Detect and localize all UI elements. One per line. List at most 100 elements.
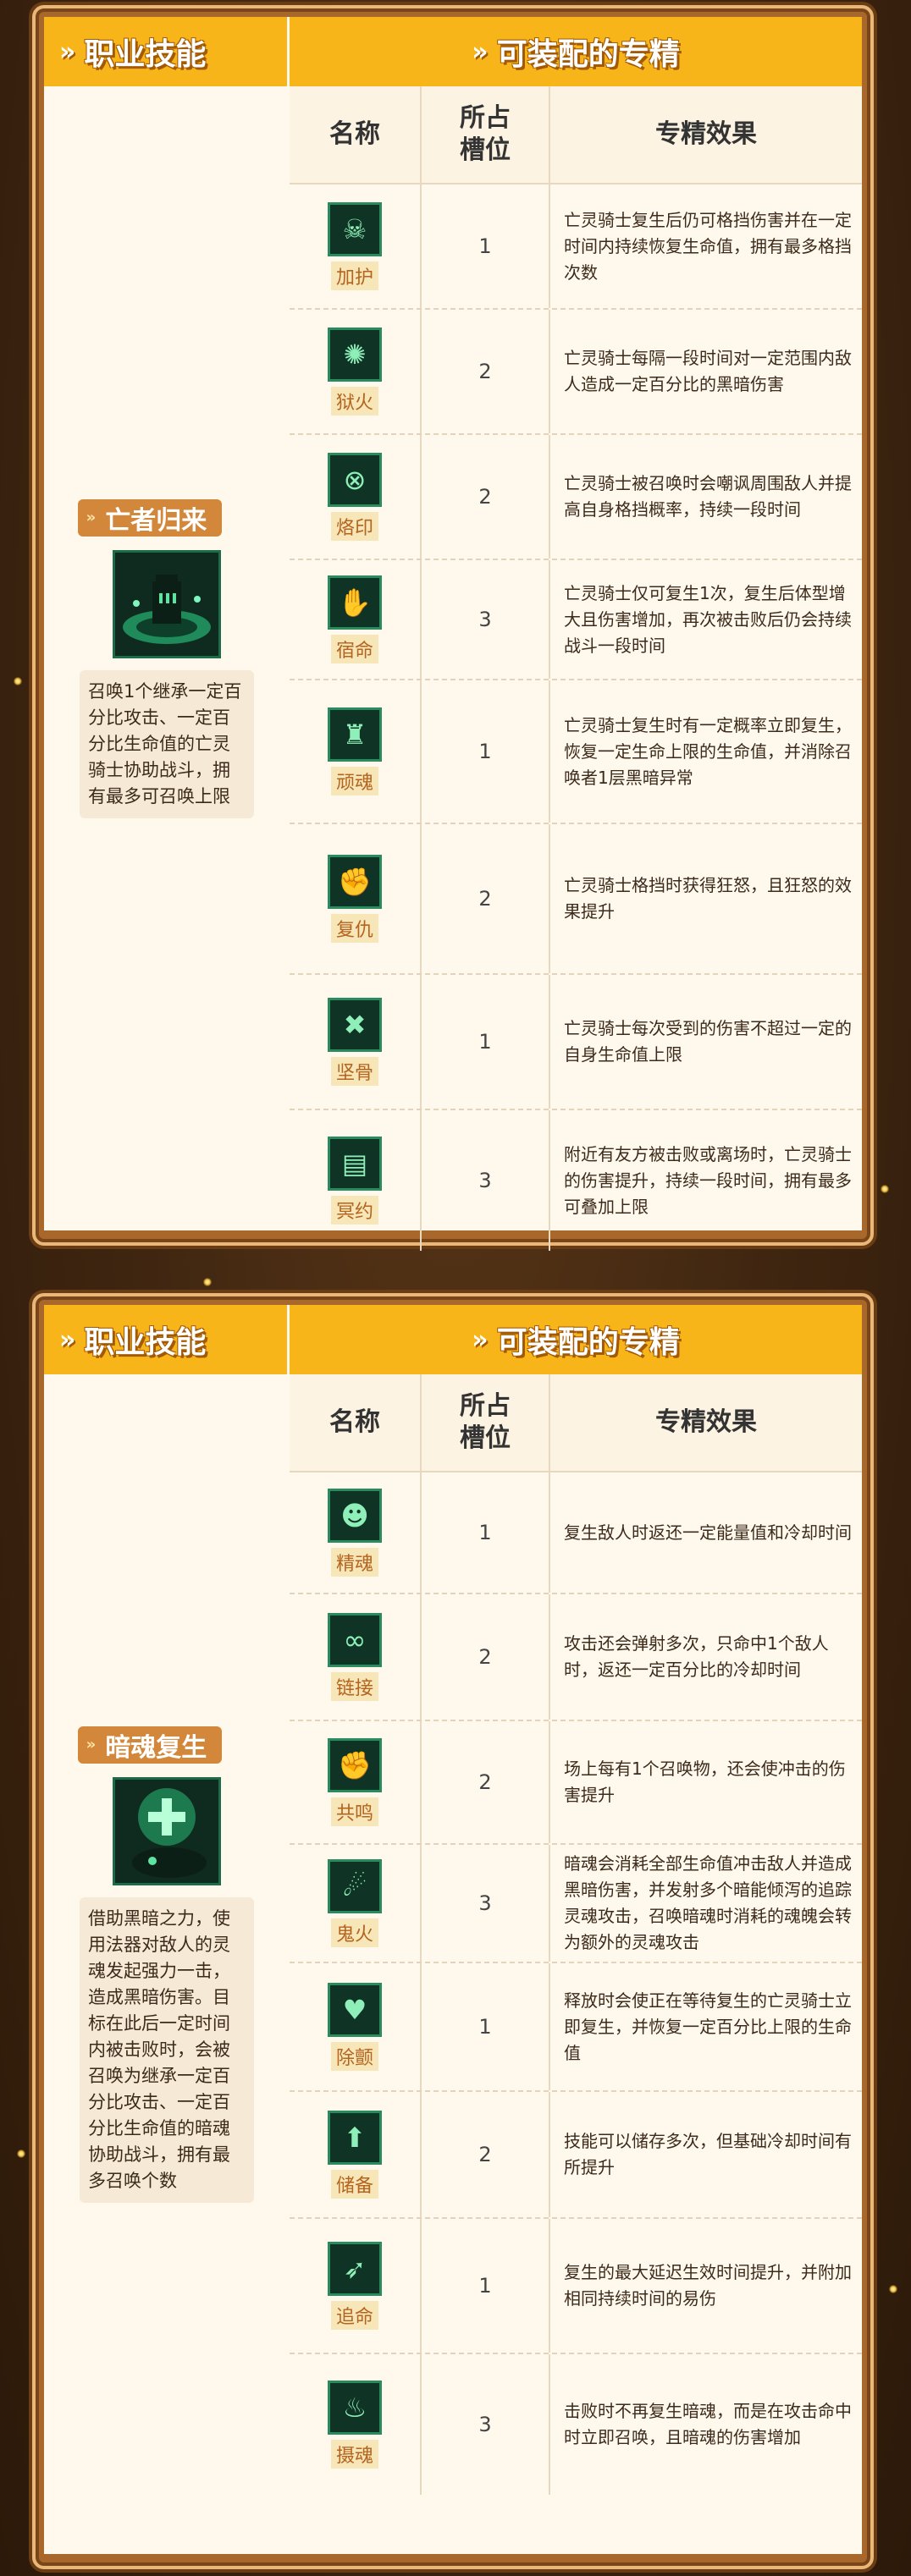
spec-name: 坚骨 [330, 1057, 378, 1086]
spirit-beast-icon: ☻ [328, 1489, 382, 1543]
spec-row: ♥ 除颤 1 释放时会使正在等待复生的亡灵骑士立即复生，并恢复一定百分比上限的生命值 [290, 1963, 862, 2092]
spec-effect: 亡灵骑士每隔一段时间对一定范围内敌人造成一定百分比的黑暗伤害 [549, 310, 862, 433]
spec-effect: 亡灵骑士每次受到的伤害不超过一定的自身生命值上限 [549, 975, 862, 1109]
col-slot-line2: 槽位 [460, 1423, 511, 1453]
specs-title: 可装配的专精 [496, 1325, 680, 1360]
spec-slots: 2 [420, 2092, 549, 2217]
spec-badge: ▤ 冥约 [328, 1137, 382, 1225]
spec-name: 鬼火 [330, 1918, 378, 1947]
brand-seal-icon: ⊗ [328, 453, 382, 507]
hellfire-icon: ✺ [328, 328, 382, 382]
spec-row: ✖ 坚骨 1 亡灵骑士每次受到的伤害不超过一定的自身生命值上限 [290, 975, 862, 1110]
skull-shield-icon: ☠ [328, 202, 382, 256]
spec-name-cell: ▤ 冥约 [290, 1110, 420, 1251]
col-slot-header: 所占 槽位 [420, 1374, 549, 1471]
spec-name: 烙印 [330, 512, 378, 541]
spec-effect: 亡灵骑士被召唤时会嘲讽周围敌人并提高自身格挡概率，持续一段时间 [549, 435, 862, 559]
spec-badge: ✋ 宿命 [328, 575, 382, 663]
specs-table: 名称 所占 槽位 专精效果 ☻ 精魂 1 复生敌人时返还一定能量值和冷却时间 ∞ 链接 2 攻击… [290, 1374, 862, 2554]
spec-badge: ✊ 共鸣 [328, 1738, 382, 1826]
skill-name-badge: » 亡者归来 [77, 498, 223, 537]
col-effect-header: 专精效果 [549, 1374, 862, 1471]
spec-name: 链接 [330, 1672, 378, 1701]
spec-slots: 3 [420, 560, 549, 679]
spec-badge: ♜ 顽魂 [328, 707, 382, 795]
upload-arrow-icon: ⬆ [328, 2111, 382, 2165]
spec-name-cell: ☻ 精魂 [290, 1472, 420, 1593]
table-header-row: 名称 所占 槽位 专精效果 [290, 86, 862, 184]
spec-name-cell: ⬆ 储备 [290, 2092, 420, 2217]
spec-name: 摄魂 [330, 2440, 378, 2469]
spec-effect: 亡灵骑士仅可复生1次，复生后体型增大且伤害增加，再次被击败后仍会持续战斗一段时间 [549, 560, 862, 679]
sparkle-decoration [17, 2149, 25, 2158]
class-skill-header: » 职业技能 [44, 1305, 290, 1374]
chevron-right-icon: » [59, 36, 76, 67]
chasing-blade-icon: ➶ [328, 2242, 382, 2296]
scroll-pact-icon: ▤ [328, 1137, 382, 1191]
spec-name: 冥约 [330, 1196, 378, 1225]
col-name-header: 名称 [329, 119, 380, 149]
spec-name-cell: ⊗ 烙印 [290, 435, 420, 559]
spec-badge: ✺ 狱火 [328, 328, 382, 416]
spec-badge: ☄ 鬼火 [328, 1859, 382, 1947]
chain-link-icon: ∞ [328, 1613, 382, 1667]
spec-slots: 2 [420, 310, 549, 433]
spec-slots: 1 [420, 680, 549, 823]
skill-panel-1: » 职业技能 » 可装配的专精 » 亡者归来 召唤1个继承一定百分比攻击、一定百… [32, 5, 874, 1251]
spec-name-cell: ✖ 坚骨 [290, 975, 420, 1109]
chevron-right-icon: » [59, 1324, 76, 1355]
spec-badge: ➶ 追命 [328, 2242, 382, 2330]
crossed-bones-icon: ✖ [328, 998, 382, 1052]
spec-effect: 附近有友方被击败或离场时，亡灵骑士的伤害提升，持续一段时间，拥有最多可叠加上限 [549, 1110, 862, 1251]
spec-row: ✺ 狱火 2 亡灵骑士每隔一段时间对一定范围内敌人造成一定百分比的黑暗伤害 [290, 310, 862, 435]
spec-name: 狱火 [330, 387, 378, 416]
spec-name-cell: ✺ 狱火 [290, 310, 420, 433]
col-slot-line1: 所占 [460, 103, 511, 133]
spec-effect: 复生的最大延迟生效时间提升，并附加相同持续时间的易伤 [549, 2219, 862, 2353]
col-slot-line2: 槽位 [460, 135, 511, 165]
spec-badge: ♨ 摄魂 [328, 2381, 382, 2469]
sparkle-decoration [881, 1185, 889, 1193]
spec-badge: ∞ 链接 [328, 1613, 382, 1701]
spec-slots: 3 [420, 1845, 549, 1962]
spec-slots: 1 [420, 975, 549, 1109]
chevron-right-icon: » [472, 36, 489, 67]
spec-badge: ♥ 除颤 [328, 1983, 382, 2071]
specs-table: 名称 所占 槽位 专精效果 ☠ 加护 1 亡灵骑士复生后仍可格挡伤害并在一定时间内持续恢… [290, 86, 862, 1251]
spec-badge: ⊗ 烙印 [328, 453, 382, 541]
skill-column: » 亡者归来 召唤1个继承一定百分比攻击、一定百分比生命值的亡灵骑士协助战斗，拥… [44, 86, 290, 1230]
spec-name: 储备 [330, 2170, 378, 2199]
class-skill-title: 职业技能 [84, 37, 207, 72]
spec-effect: 释放时会使正在等待复生的亡灵骑士立即复生，并恢复一定百分比上限的生命值 [549, 1963, 862, 2090]
spec-row: ⬆ 储备 2 技能可以储存多次，但基础冷却时间有所提升 [290, 2092, 862, 2219]
spec-slots: 1 [420, 1472, 549, 1593]
ghost-fire-icon: ☄ [328, 1859, 382, 1913]
spec-row: ✊ 复仇 2 亡灵骑士格挡时获得狂怒，且狂怒的效果提升 [290, 824, 862, 975]
soul-flame-icon: ♨ [328, 2381, 382, 2435]
col-name-header: 名称 [329, 1407, 380, 1437]
spec-slots: 2 [420, 435, 549, 559]
spec-effect: 技能可以储存多次，但基础冷却时间有所提升 [549, 2092, 862, 2217]
spec-rows: ☻ 精魂 1 复生敌人时返还一定能量值和冷却时间 ∞ 链接 2 攻击还会弹射多次，只命中1个敌… [290, 1472, 862, 2495]
specs-header: » 可装配的专精 [290, 1305, 862, 1374]
table-header-row: 名称 所占 槽位 专精效果 [290, 1374, 862, 1472]
spec-name: 精魂 [330, 1548, 378, 1577]
spec-effect: 场上每有1个召唤物，还会使冲击的伤害提升 [549, 1721, 862, 1843]
spec-name-cell: ☠ 加护 [290, 184, 420, 308]
stubborn-soul-icon: ♜ [328, 707, 382, 762]
chevron-right-icon: » [86, 1736, 96, 1753]
spec-name-cell: ✊ 复仇 [290, 824, 420, 973]
spec-effect: 击败时不再复生暗魂，而是在攻击命中时立即召唤，且暗魂的伤害增加 [549, 2354, 862, 2495]
spec-name: 共鸣 [330, 1797, 378, 1826]
spec-badge: ☻ 精魂 [328, 1489, 382, 1577]
heartbeat-icon: ♥ [328, 1983, 382, 2037]
skill-column: » 暗魂复生 借助黑暗之力，使用法器对敌人的灵魂发起强力一击，造成黑暗伤害。目标… [44, 1374, 290, 2554]
chevron-right-icon: » [86, 509, 96, 526]
spec-name-cell: ♥ 除颤 [290, 1963, 420, 2090]
spec-row: ☠ 加护 1 亡灵骑士复生后仍可格挡伤害并在一定时间内持续恢复生命值，拥有最多格挡次数 [290, 184, 862, 310]
spec-name-cell: ✋ 宿命 [290, 560, 420, 679]
spec-row: ✋ 宿命 3 亡灵骑士仅可复生1次，复生后体型增大且伤害增加，再次被击败后仍会持续战斗… [290, 560, 862, 680]
class-skill-title: 职业技能 [84, 1325, 207, 1360]
spec-row: ☻ 精魂 1 复生敌人时返还一定能量值和冷却时间 [290, 1472, 862, 1594]
spec-badge: ⬆ 储备 [328, 2111, 382, 2199]
